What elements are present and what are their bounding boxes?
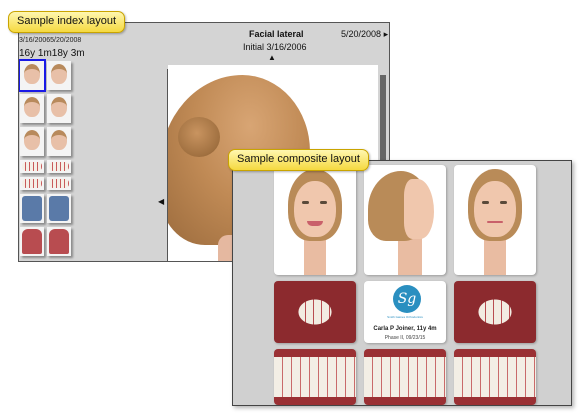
photo-right-buccal — [274, 349, 356, 405]
thumbnail-front-initial[interactable] — [20, 177, 44, 190]
photo-frontal-rest — [454, 165, 536, 275]
photo-frontal-teeth — [364, 349, 446, 405]
view-title: Facial lateral — [249, 29, 304, 39]
photo-profile — [364, 165, 446, 275]
photo-left-buccal — [454, 349, 536, 405]
right-date: 5/20/2008 — [341, 29, 382, 39]
practice-logo-card: Sg Smith Gaines Orthodontics Carla P Joi… — [364, 281, 446, 343]
thumbnail-lower-initial[interactable] — [20, 227, 44, 256]
photo-frontal-smile — [274, 165, 356, 275]
thumbnail-profile-initial[interactable] — [19, 59, 46, 92]
timeline-dates: 3/16/20065/20/2008 — [19, 37, 82, 44]
patient-name: Carla P Joiner, 11y 4m — [373, 326, 437, 332]
index-layout-callout: Sample index layout — [8, 11, 126, 33]
next-arrow-icon[interactable]: ▸ — [384, 29, 389, 39]
timeline-ages: 16y 1m18y 3m — [19, 48, 85, 59]
thumbnail-upper-initial[interactable] — [20, 160, 44, 173]
patient-phase: Phase II, 09/23/15 — [384, 335, 426, 341]
thumbnail-frontal-final[interactable] — [47, 94, 71, 123]
prev-arrow-icon[interactable]: ◀ — [158, 197, 164, 206]
view-subtitle: Initial 3/16/2006 — [243, 42, 307, 52]
thumbnail-strip — [19, 59, 74, 260]
composite-layout-window: Sg Smith Gaines Orthodontics Carla P Joi… — [232, 160, 572, 406]
thumbnail-lower-final[interactable] — [47, 227, 71, 256]
thumbnail-upper-final[interactable] — [47, 160, 71, 173]
practice-logo-icon: Sg — [393, 285, 421, 313]
photo-lower-occlusal — [454, 281, 536, 343]
thumbnail-profile-final[interactable] — [47, 61, 71, 90]
composite-layout-callout: Sample composite layout — [228, 149, 369, 171]
photo-upper-occlusal — [274, 281, 356, 343]
practice-name: Smith Gaines Orthodontics — [387, 315, 423, 319]
up-arrow-icon[interactable]: ▲ — [268, 53, 276, 62]
thumbnail-model-final[interactable] — [47, 194, 71, 223]
thumbnail-front-final[interactable] — [47, 177, 71, 190]
thumbnail-smile-initial[interactable] — [20, 127, 44, 156]
thumbnail-smile-final[interactable] — [47, 127, 71, 156]
thumbnail-model-initial[interactable] — [20, 194, 44, 223]
thumbnail-frontal-initial[interactable] — [20, 94, 44, 123]
right-date-nav[interactable]: 5/20/2008 ▸ — [341, 29, 388, 40]
